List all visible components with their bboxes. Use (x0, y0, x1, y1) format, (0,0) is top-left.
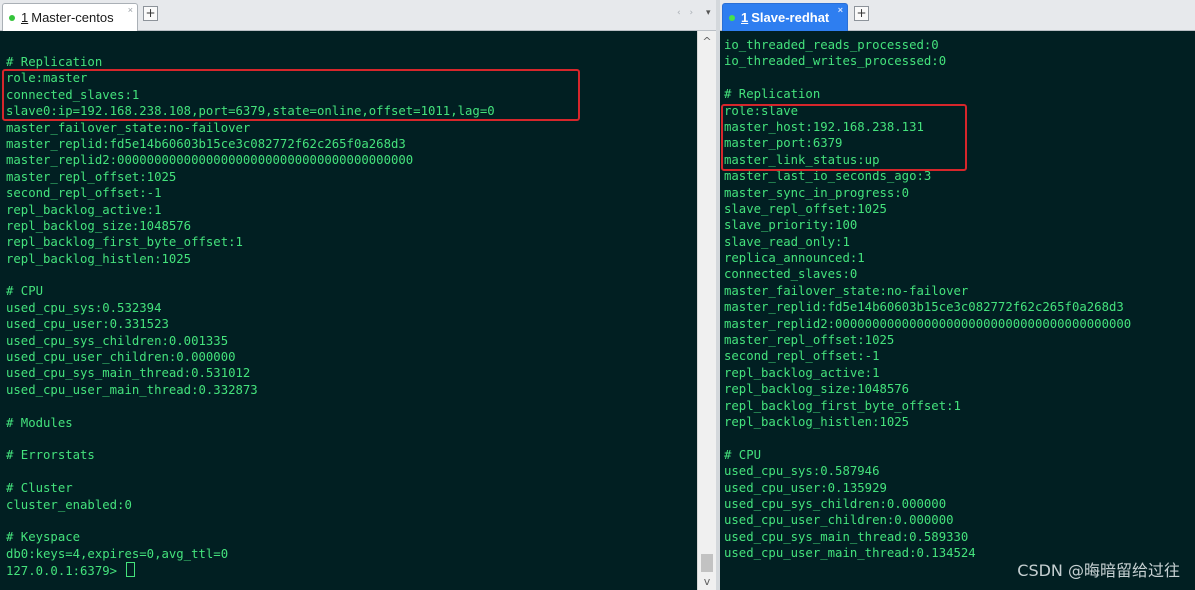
terminal-line: used_cpu_sys_children:0.001335 (6, 333, 229, 348)
tab-number: 1 (741, 10, 749, 25)
terminal-line: used_cpu_sys_main_thread:0.589330 (724, 529, 969, 544)
terminal-line: repl_backlog_first_byte_offset:1 (724, 398, 961, 413)
terminal-line: io_threaded_reads_processed:0 (724, 38, 939, 52)
tab-title: Master-centos (31, 10, 114, 25)
add-tab-button[interactable]: + (143, 6, 158, 21)
terminal-line: # Replication (6, 55, 103, 69)
right-terminal-pane: 1 Slave-redhat × + io_threaded_reads_pro… (720, 0, 1195, 590)
terminal-line: used_cpu_sys:0.532394 (6, 300, 162, 315)
terminal-line: used_cpu_user_main_thread:0.332873 (6, 382, 258, 397)
prompt-text: 127.0.0.1:6379> (6, 564, 125, 579)
command-prompt-line[interactable]: 127.0.0.1:6379> (6, 562, 495, 578)
terminal-line: repl_backlog_histlen:1025 (724, 414, 910, 429)
close-tab-icon[interactable]: × (128, 5, 133, 15)
terminal-line: used_cpu_sys_children:0.000000 (724, 496, 947, 511)
terminal-line: master_replid:fd5e14b60603b15ce3c082772f… (724, 300, 1124, 315)
terminal-line: used_cpu_user_children:0.000000 (6, 350, 236, 365)
tab-number: 1 (21, 10, 29, 25)
terminal-line: # CPU (724, 447, 762, 462)
scroll-up-icon[interactable]: ^ (698, 33, 716, 50)
terminal-line: slave_read_only:1 (724, 234, 850, 249)
terminal-line: # Cluster (6, 481, 73, 496)
add-tab-button[interactable]: + (854, 6, 869, 21)
terminal-line: # CPU (6, 284, 44, 299)
terminal-line: used_cpu_user:0.135929 (724, 480, 887, 495)
tab-master-centos[interactable]: 1 Master-centos × (2, 3, 138, 31)
terminal-line: repl_backlog_size:1048576 (6, 218, 192, 233)
highlight-box-master-replication (2, 69, 580, 121)
terminal-line: # Errorstats (6, 448, 95, 463)
terminal-line: master_replid2:0000000000000000000000000… (6, 153, 414, 168)
close-tab-icon[interactable]: × (838, 5, 843, 15)
watermark: CSDN @晦暗留给过往 (1017, 561, 1180, 580)
terminal-line: db0:keys=4,expires=0,avg_ttl=0 (6, 546, 229, 561)
terminal-line: master_repl_offset:1025 (6, 169, 177, 184)
terminal-line: master_replid:fd5e14b60603b15ce3c082772f… (6, 136, 406, 151)
connected-status-icon (729, 14, 735, 21)
terminal-line: # Keyspace (6, 530, 81, 545)
master-terminal-output[interactable]: # Replication role:master connected_slaves… (0, 31, 697, 590)
connected-status-icon (9, 14, 15, 21)
terminal-line: # Replication (724, 87, 821, 102)
terminal-line: used_cpu_user_children:0.000000 (724, 513, 954, 528)
tab-list-dropdown-icon[interactable]: ▾ (706, 8, 711, 18)
left-terminal-pane: 1 Master-centos × + ‹ › ▾ # Replication r… (0, 0, 716, 590)
terminal-line: cluster_enabled:0 (6, 497, 132, 512)
terminal-line: master_replid2:0000000000000000000000000… (724, 316, 1132, 331)
terminal-line: slave_priority:100 (724, 218, 858, 233)
terminal-line: replica_announced:1 (724, 251, 865, 266)
cursor-icon (126, 562, 136, 578)
terminal-line: used_cpu_sys:0.587946 (724, 464, 880, 479)
scroll-down-icon[interactable]: v (698, 573, 716, 590)
right-tab-bar: 1 Slave-redhat × + (720, 0, 1195, 31)
tab-title: Slave-redhat (751, 10, 830, 25)
left-tab-bar: 1 Master-centos × + ‹ › ▾ (0, 0, 716, 31)
terminal-line: second_repl_offset:-1 (724, 349, 880, 364)
tab-scroll-arrows-icon[interactable]: ‹ › (677, 8, 696, 18)
terminal-line: connected_slaves:0 (724, 267, 858, 282)
terminal-line: repl_backlog_active:1 (724, 365, 880, 380)
terminal-line: master_failover_state:no-failover (724, 283, 969, 298)
terminal-line: slave_repl_offset:1025 (724, 201, 887, 216)
terminal-line: repl_backlog_first_byte_offset:1 (6, 235, 243, 250)
terminal-line: second_repl_offset:-1 (6, 186, 162, 201)
terminal-line: # Modules (6, 415, 73, 430)
terminal-line: master_repl_offset:1025 (724, 333, 895, 348)
terminal-line: master_failover_state:no-failover (6, 120, 251, 135)
terminal-line: master_sync_in_progress:0 (724, 185, 910, 200)
terminal-lines: # Replication role:master connected_slaves… (6, 54, 495, 579)
terminal-line: repl_backlog_active:1 (6, 202, 162, 217)
highlight-box-slave-replication (721, 104, 967, 171)
terminal-line: used_cpu_sys_main_thread:0.531012 (6, 366, 251, 381)
vertical-scrollbar[interactable]: ^ v (697, 31, 716, 590)
terminal-line: repl_backlog_histlen:1025 (6, 251, 192, 266)
terminal-line: io_threaded_writes_processed:0 (724, 54, 947, 69)
terminal-line: used_cpu_user:0.331523 (6, 317, 169, 332)
slave-terminal-output[interactable]: io_threaded_reads_processed:0 io_threaded… (720, 31, 1195, 590)
tab-slave-redhat[interactable]: 1 Slave-redhat × (722, 3, 848, 31)
terminal-line: repl_backlog_size:1048576 (724, 382, 910, 397)
scrollbar-thumb[interactable] (701, 554, 713, 572)
